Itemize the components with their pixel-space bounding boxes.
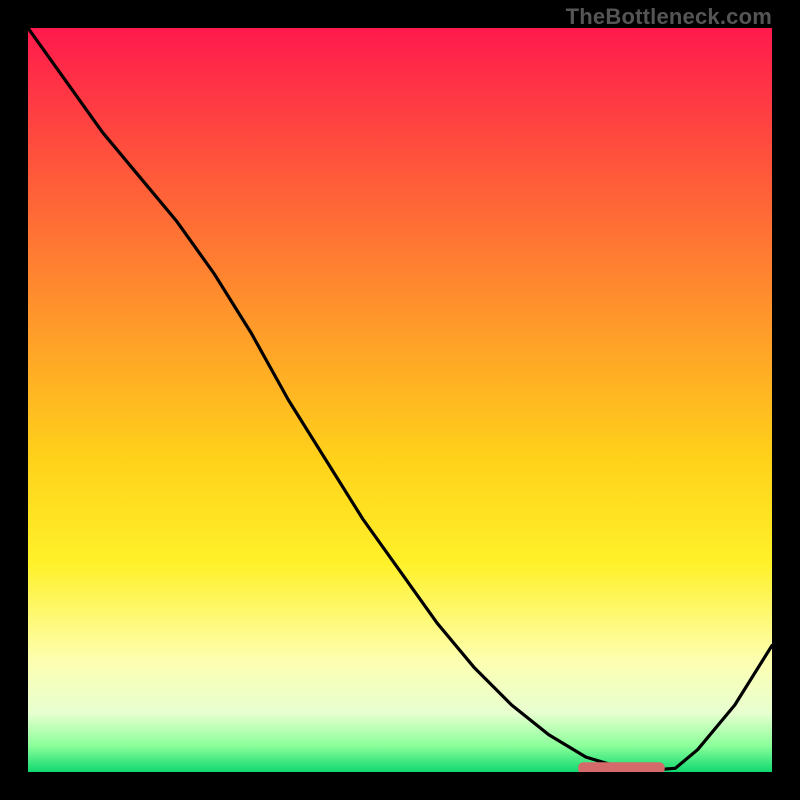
plot-area <box>28 28 772 772</box>
chart-svg <box>28 28 772 772</box>
chart-container: TheBottleneck.com <box>0 0 800 800</box>
watermark-text: TheBottleneck.com <box>566 4 772 30</box>
gradient-background <box>28 28 772 772</box>
optimal-range-marker <box>579 763 665 772</box>
